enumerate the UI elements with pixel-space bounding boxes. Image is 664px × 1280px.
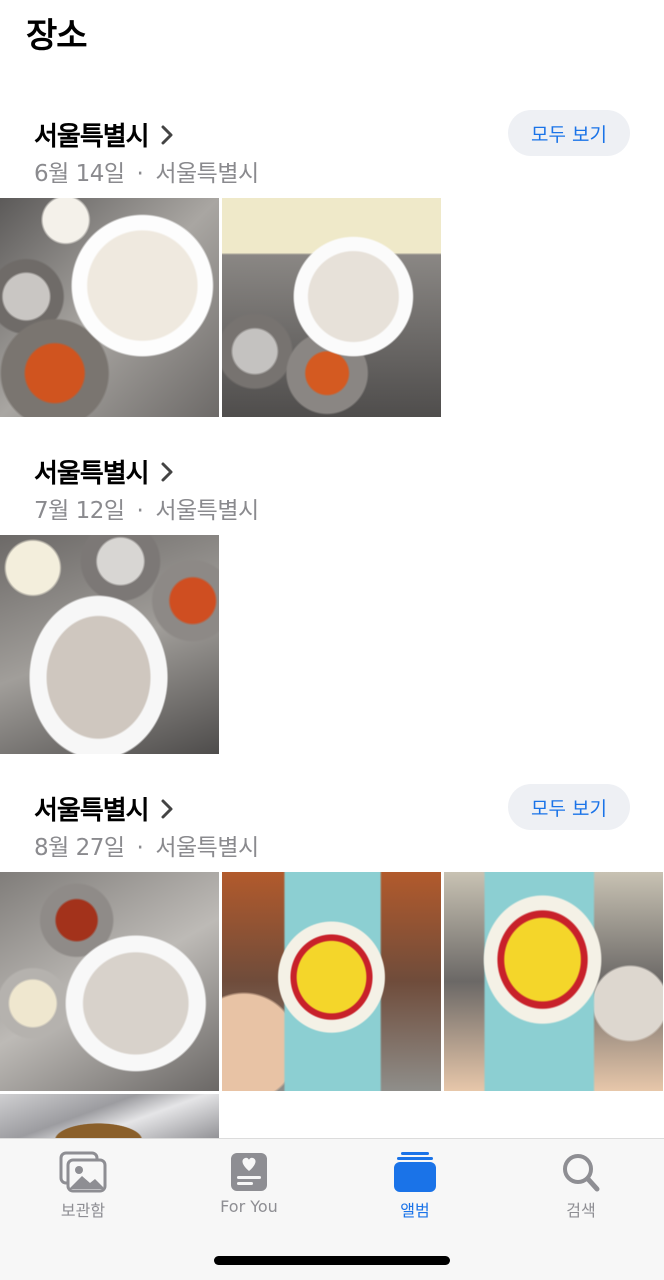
tab-label: 검색 xyxy=(566,1201,596,1220)
page-title: 장소 xyxy=(26,16,88,56)
separator-dot: · xyxy=(136,161,144,187)
section-title-label: 서울특별시 xyxy=(34,459,150,489)
photo-thumbnail[interactable] xyxy=(444,872,663,1091)
section-date: 8월 27일 xyxy=(34,835,125,861)
photo-thumbnail[interactable] xyxy=(0,535,219,754)
section-title[interactable]: 서울특별시 xyxy=(34,790,177,827)
photo-grid xyxy=(0,198,441,417)
tab-albums[interactable]: 앨범 xyxy=(332,1139,498,1239)
photo-thumbnail[interactable] xyxy=(222,872,441,1091)
section-place: 서울특별시 xyxy=(155,161,259,187)
for-you-icon xyxy=(231,1153,267,1191)
section-title[interactable]: 서울특별시 xyxy=(34,116,177,153)
section-subtitle: 7월 12일 · 서울특별시 xyxy=(34,491,259,525)
photo-grid xyxy=(0,535,219,754)
photo-thumbnail[interactable] xyxy=(0,872,219,1091)
photo-library-icon xyxy=(59,1151,107,1193)
photo-grid xyxy=(0,872,663,1091)
section-place: 서울특별시 xyxy=(155,498,259,524)
albums-icon xyxy=(394,1152,436,1192)
section-date: 6월 14일 xyxy=(34,161,125,187)
section-title-label: 서울특별시 xyxy=(34,796,150,826)
photo-thumbnail[interactable] xyxy=(222,198,441,417)
chevron-right-icon xyxy=(161,125,173,144)
search-icon xyxy=(563,1154,600,1192)
section-date: 7월 12일 xyxy=(34,498,125,524)
see-all-button[interactable]: 모두 보기 xyxy=(508,110,630,156)
separator-dot: · xyxy=(136,498,144,524)
section-subtitle: 6월 14일 · 서울특별시 xyxy=(34,154,259,188)
section-place: 서울특별시 xyxy=(155,835,259,861)
section-title-label: 서울특별시 xyxy=(34,122,150,152)
section-title[interactable]: 서울특별시 xyxy=(34,453,177,490)
chevron-right-icon xyxy=(161,462,173,481)
section-subtitle: 8월 27일 · 서울특별시 xyxy=(34,828,259,862)
tab-library[interactable]: 보관함 xyxy=(0,1139,166,1239)
home-indicator[interactable] xyxy=(214,1256,450,1265)
photo-thumbnail[interactable] xyxy=(0,1094,219,1140)
tab-label: 앨범 xyxy=(400,1201,430,1220)
separator-dot: · xyxy=(136,835,144,861)
photo-thumbnail[interactable] xyxy=(0,198,219,417)
photo-grid-row xyxy=(0,1094,219,1140)
tab-label: For You xyxy=(220,1197,278,1216)
chevron-right-icon xyxy=(161,799,173,818)
tab-label: 보관함 xyxy=(60,1201,106,1220)
tab-search[interactable]: 검색 xyxy=(498,1139,664,1239)
see-all-button[interactable]: 모두 보기 xyxy=(508,784,630,830)
tab-for-you[interactable]: For You xyxy=(166,1139,332,1239)
